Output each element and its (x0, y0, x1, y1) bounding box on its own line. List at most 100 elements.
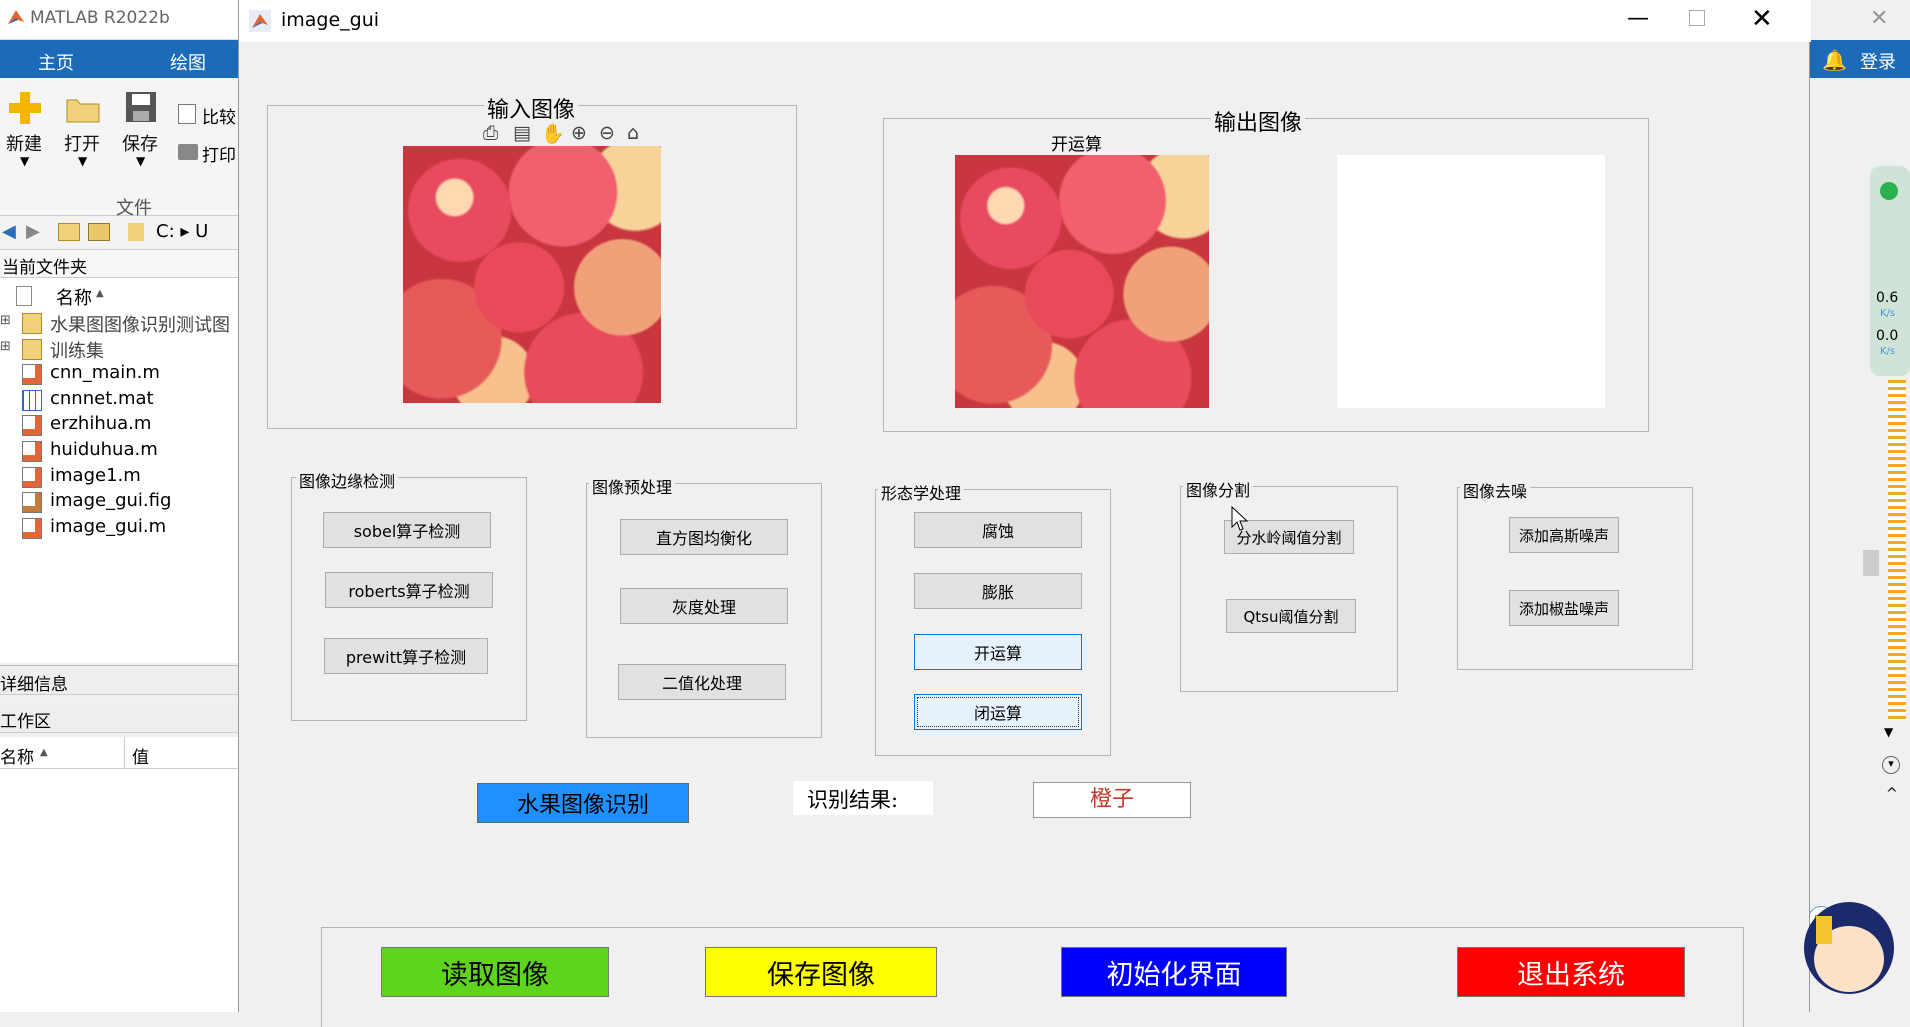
printer-icon (178, 144, 198, 160)
name-column-header[interactable]: 名称 (56, 284, 92, 310)
forward-arrow-icon[interactable]: ▶ (26, 221, 40, 242)
matlab-ribbon-right: 🔔 登录 (1808, 40, 1910, 78)
details-panel-header[interactable]: 详细信息 (0, 665, 240, 695)
login-link[interactable]: 登录 (1860, 48, 1896, 74)
image-gui-window: image_gui — ✕ 输入图像 ⎙ ▤ ✋ ⊕ ⊖ ⌂ 输出图像 开运算 … (238, 0, 1811, 1027)
zoom-in-icon[interactable]: ⊕ (571, 122, 587, 144)
mat-file-icon (22, 389, 42, 411)
file-name: cnn_main.m (50, 362, 160, 384)
exit-system-button[interactable]: 退出系统 (1457, 947, 1685, 997)
zoom-out-icon[interactable]: ⊖ (599, 122, 615, 144)
denoise-panel-title: 图像去噪 (1460, 478, 1531, 502)
matlab-title: MATLAB R2022b (30, 8, 170, 28)
axes-toolbar: ⎙ ▤ ✋ ⊕ ⊖ ⌂ (481, 122, 659, 148)
edge-panel-title: 图像边缘检测 (296, 468, 399, 492)
otsu-button[interactable]: Qtsu阈值分割 (1226, 599, 1356, 633)
file-type-icon (16, 286, 32, 306)
maximize-icon[interactable] (1689, 10, 1705, 26)
save-image-button[interactable]: 保存图像 (705, 947, 937, 997)
m-file-icon (22, 492, 42, 514)
binarize-button[interactable]: 二值化处理 (618, 664, 786, 700)
chevron-up-icon[interactable]: ^ (1886, 786, 1898, 802)
compare-button[interactable]: 比较 (178, 102, 238, 128)
tab-plots[interactable]: 绘图 (170, 49, 206, 75)
ws-name-header[interactable]: 名称 (0, 743, 34, 768)
close-icon[interactable]: ✕ (1751, 4, 1773, 34)
expand-icon[interactable]: ▾ (1882, 756, 1900, 774)
file-name: huiduhua.m (50, 439, 158, 460)
file-name: image1.m (50, 464, 141, 486)
file-name: erzhihua.m (50, 413, 152, 435)
file-browser: 名称 ▲ ⊞ 水果图图像识别测试图 ⊞ 训练集 cnn_main.m cnnnet.mat… (0, 278, 240, 663)
morphology-panel-title: 形态学处理 (878, 480, 965, 504)
matlab-right-edge: ✕ 🔔 登录 0.6 K/s 0.0 K/s ▼ ▾ ^ 中 (1808, 0, 1910, 1012)
preprocess-panel-title: 图像预处理 (589, 474, 676, 498)
salt-pepper-noise-button[interactable]: 添加椒盐噪声 (1509, 590, 1619, 626)
address-bar[interactable]: ◀ ▶ C: ▸ U (0, 216, 240, 250)
pan-hand-icon[interactable]: ✋ (541, 122, 565, 145)
expand-icon[interactable]: ⊞ (0, 339, 11, 354)
matlab-ribbon-tabs: 主页 绘图 (0, 40, 240, 78)
scrollbar-thumb[interactable] (1863, 550, 1879, 576)
file-name: 训练集 (50, 340, 104, 362)
m-file-icon (22, 517, 42, 539)
workspace-body (0, 769, 240, 1012)
histogram-equalization-button[interactable]: 直方图均衡化 (620, 519, 788, 555)
path-text[interactable]: C: ▸ U (156, 221, 208, 242)
scrollbar-marks (1888, 380, 1906, 720)
input-panel-title: 输入图像 (484, 92, 579, 124)
m-file-icon (22, 415, 42, 437)
init-interface-button[interactable]: 初始化界面 (1061, 947, 1287, 997)
prewitt-button[interactable]: prewitt算子检测 (324, 638, 488, 674)
file-name: cnnnet.mat (50, 387, 154, 409)
grayscale-button[interactable]: 灰度处理 (620, 588, 788, 624)
output-axes-title: 开运算 (1051, 135, 1102, 155)
m-file-icon (22, 364, 42, 386)
roberts-button[interactable]: roberts算子检测 (325, 572, 493, 608)
new-button[interactable]: 新建 ▼ (4, 90, 48, 170)
file-name: image_gui.fig (50, 490, 172, 512)
brush-icon[interactable]: ▤ (513, 122, 531, 144)
browse-folder-icon[interactable] (88, 223, 110, 241)
tab-home[interactable]: 主页 (38, 49, 74, 75)
sobel-button[interactable]: sobel算子检测 (323, 512, 491, 548)
matlab-logo-icon (8, 10, 24, 24)
chevron-down-icon: ▼ (20, 154, 30, 168)
folder-icon (128, 223, 144, 241)
opening-button[interactable]: 开运算 (914, 634, 1082, 670)
expand-icon[interactable]: ⊞ (0, 313, 11, 328)
fruit-recognition-button[interactable]: 水果图像识别 (477, 783, 689, 823)
home-icon[interactable]: ⌂ (627, 122, 639, 144)
file-name: image_gui.m (50, 515, 167, 537)
read-image-button[interactable]: 读取图像 (381, 947, 609, 997)
up-folder-icon[interactable] (58, 223, 80, 241)
mascot-avatar (1790, 892, 1910, 1012)
file-name: 水果图图像识别测试图 (50, 315, 230, 336)
floppy-disk-icon (126, 92, 156, 122)
back-arrow-icon[interactable]: ◀ (2, 221, 16, 242)
print-button[interactable]: 打印 (178, 140, 238, 166)
save-button[interactable]: 保存 ▼ (120, 90, 164, 170)
folder-icon (66, 99, 100, 123)
sort-asc-icon: ▲ (96, 288, 104, 299)
segmentation-panel-title: 图像分割 (1183, 477, 1254, 501)
compare-icon (178, 104, 196, 124)
ws-value-header[interactable]: 值 (132, 743, 149, 768)
window-title: image_gui (281, 9, 380, 31)
gaussian-noise-button[interactable]: 添加高斯噪声 (1509, 517, 1619, 553)
close-icon[interactable]: ✕ (1870, 6, 1888, 31)
folder-icon (22, 338, 42, 360)
closing-button[interactable]: 闭运算 (914, 694, 1082, 730)
bell-icon[interactable]: 🔔 (1822, 48, 1847, 72)
m-file-icon (22, 441, 42, 462)
minimize-icon[interactable]: — (1627, 6, 1649, 31)
workspace-header: 工作区 (0, 703, 240, 733)
dilate-button[interactable]: 膨胀 (914, 573, 1082, 609)
export-icon[interactable]: ⎙ (483, 122, 498, 144)
erode-button[interactable]: 腐蚀 (914, 512, 1082, 548)
status-dot-icon (1880, 182, 1898, 200)
column-divider (124, 737, 125, 769)
m-file-icon (22, 466, 42, 488)
open-button[interactable]: 打开 ▼ (62, 90, 106, 170)
scroll-down-icon[interactable]: ▼ (1884, 725, 1893, 739)
